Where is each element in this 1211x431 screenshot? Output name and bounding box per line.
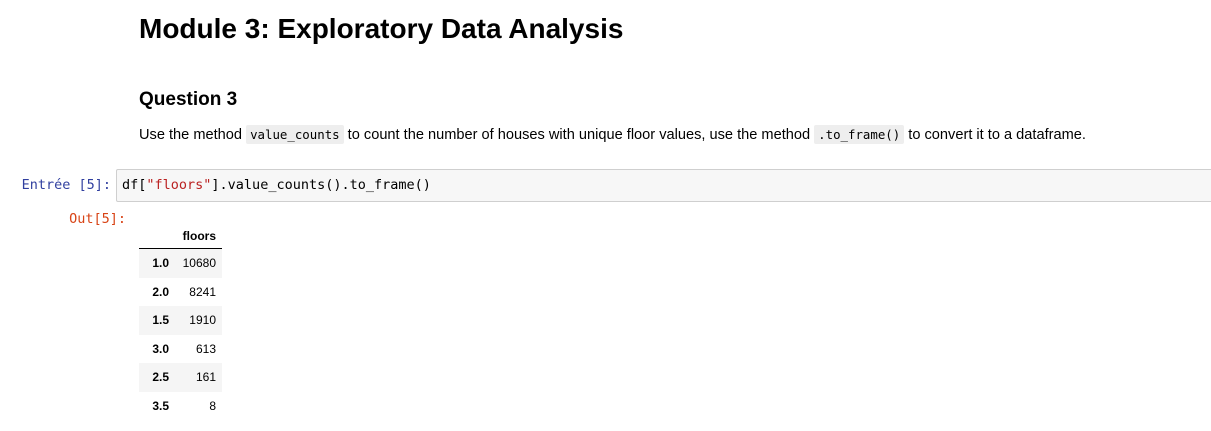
row-index: 1.5 xyxy=(152,313,169,328)
paragraph-text-3: to convert it to a dataframe. xyxy=(904,127,1086,143)
code-prefix: df[ xyxy=(122,177,147,193)
table-row: 1.5 1910 xyxy=(139,306,222,335)
inline-code-to-frame: .to_frame() xyxy=(814,125,905,144)
markdown-paragraph: Use the method value_counts to count the… xyxy=(139,124,1086,146)
row-value: 10680 xyxy=(182,256,216,271)
code-line[interactable]: df["floors"].value_counts().to_frame() xyxy=(122,174,431,196)
row-index: 3.5 xyxy=(152,398,169,413)
row-value: 161 xyxy=(195,370,216,385)
dataframe-table: floors 1.0 10680 2.0 8241 1.5 1910 3.0 6… xyxy=(139,224,222,420)
column-header-floors: floors xyxy=(175,224,222,249)
code-input-area[interactable]: df["floors"].value_counts().to_frame() xyxy=(116,169,1211,202)
row-value: 8241 xyxy=(189,284,216,299)
row-index: 2.5 xyxy=(152,370,169,385)
table-row: 1.0 10680 xyxy=(139,248,222,278)
code-string-literal: "floors" xyxy=(146,177,212,193)
inline-code-value-counts: value_counts xyxy=(246,125,344,144)
row-index: 1.0 xyxy=(152,256,169,271)
input-prompt: Entrée [5]: xyxy=(21,177,111,193)
code-suffix: ].value_counts().to_frame() xyxy=(211,177,431,193)
table-row: 3.5 8 xyxy=(139,392,222,421)
row-index: 2.0 xyxy=(152,284,169,299)
table-row: 3.0 613 xyxy=(139,335,222,364)
output-prompt: Out[5]: xyxy=(69,211,126,227)
paragraph-text-2: to count the number of houses with uniqu… xyxy=(343,127,815,143)
row-value: 8 xyxy=(209,398,216,413)
table-row: 2.5 161 xyxy=(139,363,222,392)
row-value: 613 xyxy=(195,341,216,356)
index-header xyxy=(139,224,175,249)
row-value: 1910 xyxy=(189,313,216,328)
row-index: 3.0 xyxy=(152,341,169,356)
table-row: 2.0 8241 xyxy=(139,278,222,307)
markdown-title: Module 3: Exploratory Data Analysis xyxy=(139,13,624,44)
table-header-row: floors xyxy=(139,224,222,249)
paragraph-text-1: Use the method xyxy=(139,127,247,143)
markdown-subtitle: Question 3 xyxy=(139,89,238,110)
